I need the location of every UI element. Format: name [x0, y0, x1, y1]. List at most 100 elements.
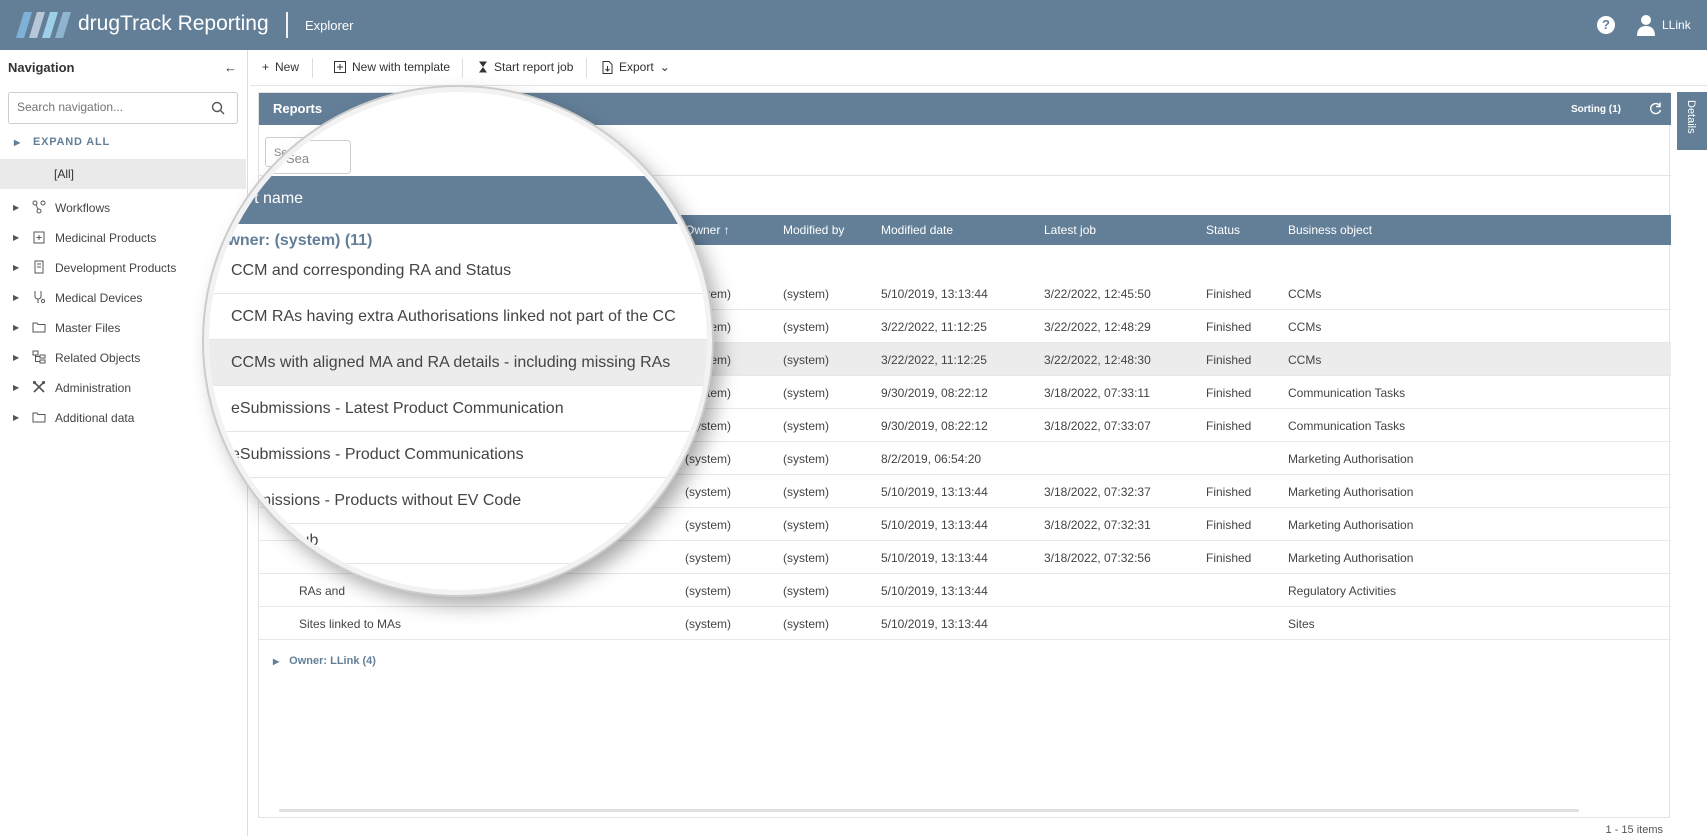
report-name: eSubmissions - Product Communications: [231, 446, 524, 463]
sorting-button[interactable]: Sorting (1): [1571, 104, 1621, 115]
cell-status: Finished: [1206, 287, 1252, 301]
nav-item-label: Medical Devices: [55, 291, 143, 305]
start-report-job-label: Start report job: [494, 60, 574, 74]
col-owner-label: Owner: [685, 223, 721, 237]
cell-owner: (system): [685, 584, 731, 598]
nav-item-label: Additional data: [55, 411, 135, 425]
cell-business-object: CCMs: [1288, 353, 1322, 367]
cell-latest-job: 3/18/2022, 07:32:37: [1044, 485, 1151, 499]
nav-search-box: [8, 92, 238, 124]
cell-latest-job: 3/18/2022, 07:33:11: [1044, 386, 1150, 400]
user-name[interactable]: LLink: [1662, 18, 1691, 32]
export-icon: [602, 60, 613, 74]
expand-triangle-icon[interactable]: ▶: [13, 293, 19, 302]
horizontal-scrollbar[interactable]: [279, 809, 1579, 812]
user-icon[interactable]: [1636, 14, 1656, 36]
details-tab[interactable]: Details: [1677, 92, 1707, 150]
cell-modified-by: (system): [783, 518, 829, 532]
report-name: eSubmissions - Latest Product Communicat…: [231, 400, 564, 417]
magnified-row[interactable]: CCM and corresponding RA and Status: [209, 248, 707, 294]
cell-business-object: Sites: [1288, 617, 1315, 631]
cell-modified-by: (system): [783, 584, 829, 598]
cell-modified-date: 3/22/2022, 11:12:25: [881, 320, 987, 334]
toolbar-divider: [586, 58, 587, 78]
cell-business-object: CCMs: [1288, 287, 1322, 301]
nav-item-label: Development Products: [55, 261, 177, 275]
cell-modified-date: 5/10/2019, 13:13:44: [881, 287, 988, 301]
building-icon: [34, 260, 44, 274]
cell-business-object: Marketing Authorisation: [1288, 518, 1414, 532]
start-report-job-button[interactable]: Start report job: [478, 60, 573, 74]
magnified-row[interactable]: Hub: [209, 518, 707, 564]
chevron-down-icon: ⌄: [659, 60, 670, 74]
magnified-row-selected[interactable]: CCMs with aligned MA and RA details - in…: [209, 340, 707, 386]
refresh-icon[interactable]: [1649, 102, 1662, 115]
magnified-row[interactable]: eSubmissions - Latest Product Communicat…: [209, 386, 707, 432]
export-button[interactable]: Export ⌄: [602, 60, 670, 74]
cell-latest-job: 3/22/2022, 12:45:50: [1044, 287, 1151, 301]
cell-modified-by: (system): [783, 485, 829, 499]
expand-triangle-icon[interactable]: ▶: [13, 413, 19, 422]
toolbar: + New New with template Start report job …: [250, 50, 1707, 86]
col-modified-by[interactable]: Modified by: [783, 223, 844, 237]
app-title: drugTrack Reporting: [78, 12, 269, 35]
stethoscope-icon: [34, 291, 46, 304]
new-with-template-button[interactable]: New with template: [334, 60, 450, 74]
new-button[interactable]: + New: [262, 60, 299, 74]
col-business-object[interactable]: Business object: [1288, 223, 1372, 237]
toolbar-divider: [462, 58, 463, 78]
table-row[interactable]: Sites linked to MAs (system) (system) 5/…: [259, 607, 1671, 640]
magnified-search-input[interactable]: Sea: [271, 140, 351, 174]
magnified-column-header: port name: [209, 176, 707, 224]
nav-title: Navigation: [8, 60, 75, 75]
magnified-row[interactable]: eSubmissions - Product Communications: [209, 432, 707, 478]
search-icon[interactable]: [211, 101, 225, 115]
cell-modified-by: (system): [783, 287, 829, 301]
expand-all-button[interactable]: ▶ EXPAND ALL: [14, 136, 110, 148]
cell-business-object: Communication Tasks: [1288, 419, 1406, 433]
expand-triangle-icon[interactable]: ▶: [13, 383, 19, 392]
col-report-name[interactable]: port name: [231, 190, 303, 208]
collapse-nav-icon[interactable]: ←: [224, 60, 237, 75]
cell-business-object: Marketing Authorisation: [1288, 551, 1414, 565]
cell-status: Finished: [1206, 353, 1252, 367]
tools-icon: [32, 380, 46, 393]
expand-triangle-icon[interactable]: ▶: [13, 263, 19, 272]
expand-triangle-icon: ▶: [14, 138, 21, 147]
cell-modified-by: (system): [783, 419, 829, 433]
new-with-template-label: New with template: [352, 60, 451, 74]
details-tab-label: Details: [1685, 100, 1697, 134]
toolbar-divider: [312, 58, 313, 78]
group-owner-llink-label: Owner: LLink (4): [289, 655, 376, 667]
cell-latest-job: 3/18/2022, 07:33:07: [1044, 419, 1151, 433]
cell-modified-date: 5/10/2019, 13:13:44: [881, 617, 988, 631]
workflow-icon: [32, 200, 46, 214]
medicine-icon: [33, 231, 45, 244]
cell-business-object: CCMs: [1288, 320, 1322, 334]
cell-business-object: Communication Tasks: [1288, 386, 1406, 400]
expand-triangle-icon[interactable]: ▶: [13, 233, 19, 242]
cell-modified-by: (system): [783, 386, 829, 400]
pager-info: 1 - 15 items: [1605, 824, 1663, 836]
expand-triangle-icon[interactable]: ▶: [13, 203, 19, 212]
nav-item-label: Administration: [55, 381, 132, 395]
cell-status: Finished: [1206, 485, 1252, 499]
nav-search-input[interactable]: [17, 93, 207, 121]
col-status[interactable]: Status: [1206, 223, 1240, 237]
help-icon[interactable]: ?: [1597, 16, 1615, 34]
col-modified-date[interactable]: Modified date: [881, 223, 953, 237]
expand-triangle-icon[interactable]: ▶: [13, 323, 19, 332]
cell-modified-by: (system): [783, 452, 829, 466]
cell-modified-date: 3/22/2022, 11:12:25: [881, 353, 987, 367]
nav-item-label: Related Objects: [55, 351, 141, 365]
cell-modified-date: 9/30/2019, 08:22:12: [881, 386, 988, 400]
cell-status: Finished: [1206, 320, 1252, 334]
col-latest-job[interactable]: Latest job: [1044, 223, 1096, 237]
expand-triangle-icon[interactable]: ▶: [13, 353, 19, 362]
col-owner[interactable]: Owner ↑: [685, 223, 730, 237]
cell-status: Finished: [1206, 551, 1252, 565]
magnified-row[interactable]: CCM RAs having extra Authorisations link…: [209, 294, 707, 340]
cell-latest-job: 3/18/2022, 07:32:56: [1044, 551, 1151, 565]
cell-report-name: Sites linked to MAs: [299, 617, 402, 631]
group-owner-llink[interactable]: ▶ Owner: LLink (4): [273, 655, 376, 667]
